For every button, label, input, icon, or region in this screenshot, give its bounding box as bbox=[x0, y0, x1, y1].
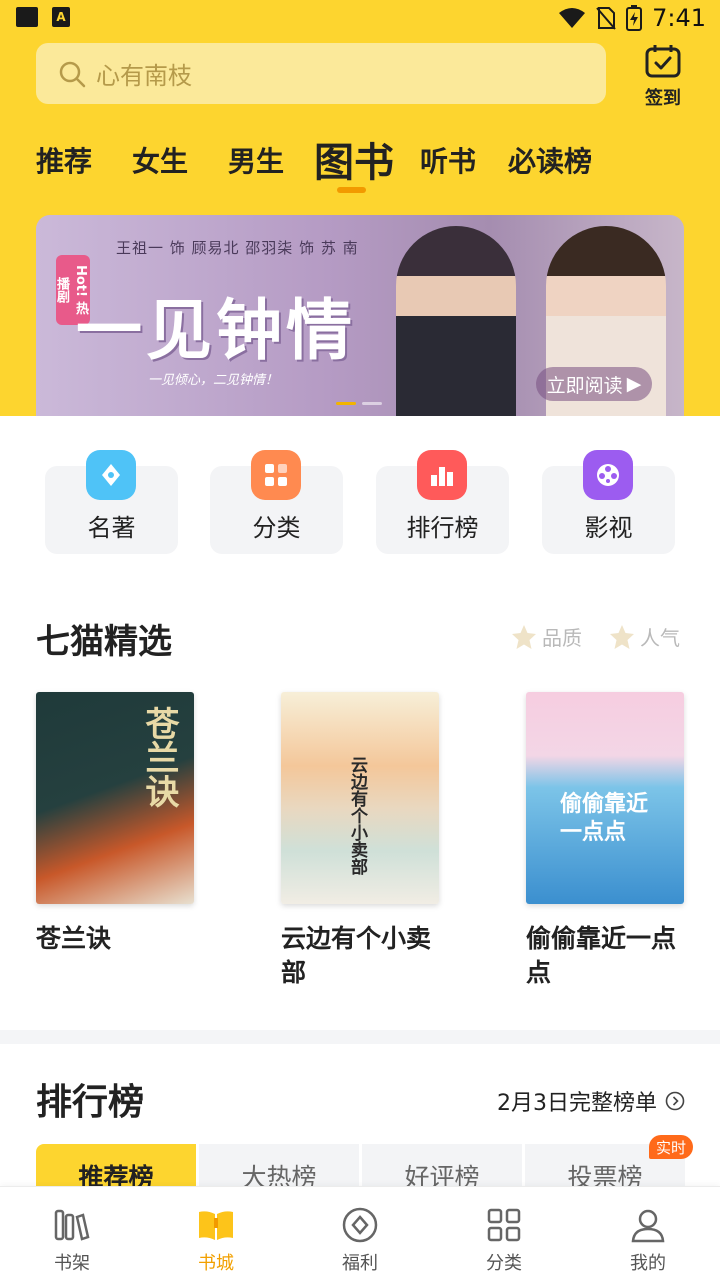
book-cover: 云边有个小卖部 bbox=[281, 692, 439, 904]
filter-label: 品质 bbox=[542, 626, 582, 650]
bottom-navigation: 书架 书城 福利 分类 我的 bbox=[0, 1186, 720, 1280]
book-cover: 偷偷靠近一点点 bbox=[526, 692, 684, 904]
banner-read-button[interactable]: 立即阅读 ▶ bbox=[536, 367, 652, 401]
tab-must-read[interactable]: 必读榜 bbox=[508, 140, 592, 180]
gift-diamond-icon bbox=[340, 1205, 380, 1245]
checkin-button[interactable]: 签到 bbox=[640, 44, 686, 110]
quick-entry-film[interactable]: 影视 bbox=[542, 450, 675, 554]
tab-indicator bbox=[337, 187, 366, 193]
book-card[interactable]: 云边有个小卖部 云边有个小卖部 bbox=[281, 692, 439, 990]
promo-banner[interactable]: 王祖一 饰 顾易北 邵羽柒 饰 苏 南 Hot! 热播剧 一见钟情 一见倾心，二… bbox=[36, 215, 684, 416]
channel-tabs: 推荐 女生 男生 图书 听书 必读榜 bbox=[36, 130, 696, 190]
star-icon bbox=[610, 624, 634, 649]
quick-entry-categories[interactable]: 分类 bbox=[210, 450, 343, 554]
chevron-right-circle-icon bbox=[665, 1091, 685, 1111]
app-notification-icon: A bbox=[52, 7, 70, 27]
section-divider bbox=[0, 1030, 720, 1044]
tab-male[interactable]: 男生 bbox=[228, 140, 284, 180]
book-cover: 苍兰诀 bbox=[36, 692, 194, 904]
nav-profile[interactable]: 我的 bbox=[598, 1205, 698, 1275]
book-title: 偷偷靠近一点点 bbox=[526, 924, 677, 987]
realtime-badge: 实时 bbox=[649, 1135, 694, 1159]
battery-charging-icon bbox=[626, 5, 643, 31]
film-reel-icon bbox=[583, 450, 633, 500]
nav-label: 分类 bbox=[486, 1253, 522, 1274]
book-cover-title: 云边有个小卖部 bbox=[347, 756, 367, 875]
nav-bookstore[interactable]: 书城 bbox=[166, 1205, 266, 1275]
nav-label: 书城 bbox=[198, 1253, 234, 1274]
clock: 7:41 bbox=[652, 4, 706, 32]
grid-icon bbox=[251, 450, 301, 500]
banner-title: 一见钟情 bbox=[76, 291, 356, 369]
checkin-label: 签到 bbox=[645, 88, 681, 109]
book-card[interactable]: 苍兰诀 苍兰诀 bbox=[36, 692, 194, 956]
pagination-dot bbox=[336, 402, 356, 405]
ranking-section-title: 排行榜 bbox=[36, 1082, 145, 1123]
tab-audiobooks[interactable]: 听书 bbox=[420, 140, 476, 180]
search-bar[interactable]: 心有南枝 bbox=[36, 43, 606, 104]
gallery-notification-icon bbox=[16, 7, 38, 27]
calendar-check-icon bbox=[645, 45, 681, 78]
nav-label: 我的 bbox=[630, 1253, 666, 1274]
tab-recommend[interactable]: 推荐 bbox=[36, 140, 92, 180]
quick-entry-label: 分类 bbox=[252, 514, 301, 542]
tab-books[interactable]: 图书 bbox=[314, 130, 394, 188]
full-ranking-link[interactable]: 2月3日完整榜单 bbox=[497, 1085, 685, 1117]
banner-cta-label: 立即阅读 bbox=[546, 374, 623, 397]
nav-label: 福利 bbox=[342, 1253, 378, 1274]
nav-categories[interactable]: 分类 bbox=[454, 1205, 554, 1275]
banner-subtitle: 一见倾心，二见钟情！ bbox=[148, 373, 279, 388]
tab-female[interactable]: 女生 bbox=[132, 140, 188, 180]
category-grid-icon bbox=[484, 1205, 524, 1245]
book-title: 云边有个小卖部 bbox=[281, 924, 432, 987]
star-icon bbox=[512, 624, 536, 649]
filter-label: 人气 bbox=[640, 626, 680, 650]
play-arrow-icon: ▶ bbox=[626, 373, 642, 395]
filter-quality[interactable]: 品质 bbox=[510, 622, 582, 651]
quick-entry-label: 排行榜 bbox=[406, 514, 479, 542]
status-bar: A 7:41 bbox=[0, 0, 720, 36]
quick-entry-label: 名著 bbox=[87, 514, 136, 542]
book-card[interactable]: 偷偷靠近一点点 偷偷靠近一点点 bbox=[526, 692, 684, 990]
banner-actors: 王祖一 饰 顾易北 邵羽柒 饰 苏 南 bbox=[116, 239, 359, 257]
nav-bookshelf[interactable]: 书架 bbox=[22, 1205, 122, 1275]
book-title: 苍兰诀 bbox=[36, 924, 112, 953]
book-cover-title: 偷偷靠近一点点 bbox=[560, 791, 649, 845]
search-icon bbox=[59, 61, 86, 87]
no-sim-icon bbox=[596, 7, 616, 30]
nav-rewards[interactable]: 福利 bbox=[310, 1205, 410, 1275]
bookstore-icon bbox=[196, 1205, 236, 1245]
banner-pagination bbox=[336, 402, 382, 405]
wifi-icon bbox=[559, 8, 586, 28]
full-ranking-label: 2月3日完整榜单 bbox=[497, 1091, 657, 1116]
pen-nib-icon bbox=[86, 450, 136, 500]
ranking-icon bbox=[417, 450, 467, 500]
search-placeholder: 心有南枝 bbox=[96, 62, 192, 90]
pagination-dot bbox=[362, 402, 382, 405]
quick-entry-classics[interactable]: 名著 bbox=[45, 450, 178, 554]
bookshelf-icon bbox=[52, 1205, 92, 1245]
quick-entry-label: 影视 bbox=[584, 514, 633, 542]
nav-label: 书架 bbox=[54, 1253, 90, 1274]
filter-popularity[interactable]: 人气 bbox=[608, 622, 680, 651]
quick-entry-ranking[interactable]: 排行榜 bbox=[376, 450, 509, 554]
profile-icon bbox=[628, 1205, 668, 1245]
banner-actor-figure bbox=[396, 226, 516, 416]
featured-section-title: 七猫精选 bbox=[36, 622, 172, 662]
book-cover-title: 苍兰诀 bbox=[139, 706, 179, 808]
